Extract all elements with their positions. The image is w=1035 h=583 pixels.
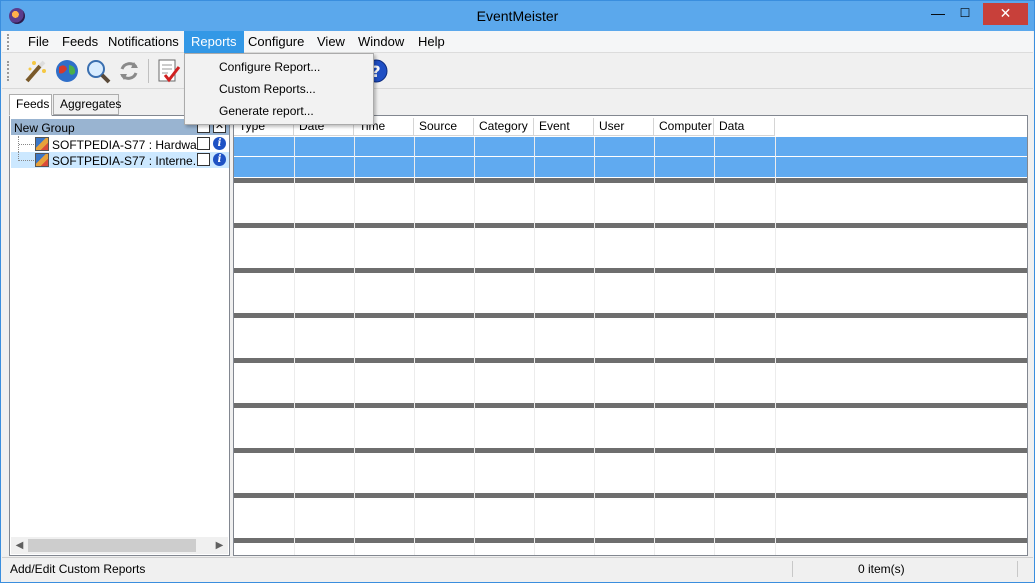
menu-reports[interactable]: Reports	[184, 31, 244, 53]
menu-custom-reports[interactable]: Custom Reports...	[219, 79, 316, 99]
menu-feeds[interactable]: Feeds	[55, 31, 105, 53]
tab-feeds[interactable]: Feeds	[9, 94, 52, 116]
events-grid[interactable]: Type Date Time Source Category Event Use…	[233, 115, 1028, 556]
grid-line	[775, 137, 776, 555]
column-user[interactable]: User	[594, 118, 654, 136]
tree-connector	[18, 136, 34, 152]
search-icon[interactable]	[84, 57, 112, 85]
menu-help[interactable]: Help	[411, 31, 452, 53]
menu-file[interactable]: File	[21, 31, 56, 53]
feed-row-hardware[interactable]: SOFTPEDIA-S77 : Hardwa... i	[11, 136, 229, 152]
feed-row-internet[interactable]: SOFTPEDIA-S77 : Interne... i	[11, 152, 229, 168]
wand-icon[interactable]	[22, 57, 50, 85]
menu-window[interactable]: Window	[351, 31, 411, 53]
grid-line	[534, 137, 535, 555]
menu-configure-report[interactable]: Configure Report...	[219, 57, 320, 77]
toolbar-separator	[148, 59, 149, 83]
column-event[interactable]: Event	[534, 118, 594, 136]
info-icon[interactable]: i	[213, 153, 226, 166]
group-label: New Group	[14, 121, 75, 135]
info-icon[interactable]: i	[213, 137, 226, 150]
feeds-tree[interactable]: New Group ✕ SOFTPEDIA-S77 : Hardwa... i …	[9, 115, 230, 556]
scroll-right-icon[interactable]: ▶	[212, 538, 227, 553]
menu-configure[interactable]: Configure	[241, 31, 311, 53]
maximize-button[interactable]: ☐	[951, 3, 979, 25]
menu-generate-report[interactable]: Generate report...	[219, 101, 314, 121]
grid-line	[414, 137, 415, 555]
status-separator	[792, 561, 793, 577]
feed-checkbox[interactable]	[197, 153, 210, 166]
feed-icon	[35, 137, 49, 151]
tree-connector	[18, 152, 34, 161]
grid-line	[654, 137, 655, 555]
grid-line	[354, 137, 355, 555]
item-count: 0 item(s)	[858, 562, 905, 576]
status-hint: Add/Edit Custom Reports	[10, 562, 146, 576]
title-bar: EventMeister — ☐ ✕	[1, 1, 1034, 31]
app-window: EventMeister — ☐ ✕ File Feeds Notificati…	[0, 0, 1035, 583]
grid-line	[474, 137, 475, 555]
feed-checkbox[interactable]	[197, 137, 210, 150]
refresh-icon[interactable]	[115, 57, 143, 85]
close-button[interactable]: ✕	[983, 3, 1028, 25]
tab-aggregates[interactable]: Aggregates	[53, 94, 121, 115]
menu-bar: File Feeds Notifications Reports Configu…	[2, 31, 1033, 53]
menu-notifications[interactable]: Notifications	[101, 31, 186, 53]
scrollbar-thumb[interactable]	[28, 539, 196, 552]
grid-line	[594, 137, 595, 555]
feed-label: SOFTPEDIA-S77 : Interne...	[52, 154, 203, 168]
column-category[interactable]: Category	[474, 118, 534, 136]
toolbar-grip	[7, 61, 10, 81]
reports-dropdown: Configure Report... Custom Reports... Ge…	[184, 53, 374, 125]
column-data[interactable]: Data	[714, 118, 775, 136]
minimize-button[interactable]: —	[924, 3, 952, 25]
column-source[interactable]: Source	[414, 118, 474, 136]
status-bar: Add/Edit Custom Reports 0 item(s)	[2, 557, 1033, 579]
menu-grip	[7, 34, 10, 50]
toolbar: ?	[2, 53, 1033, 89]
status-separator	[1017, 561, 1018, 577]
menu-view[interactable]: View	[310, 31, 352, 53]
grid-line	[714, 137, 715, 555]
column-computer[interactable]: Computer	[654, 118, 714, 136]
grid-line	[294, 137, 295, 555]
feed-icon	[35, 153, 49, 167]
checklist-icon[interactable]	[154, 57, 182, 85]
globe-icon[interactable]	[53, 57, 81, 85]
window-title: EventMeister	[476, 8, 559, 24]
horizontal-scrollbar[interactable]: ◀ ▶	[11, 537, 228, 554]
scroll-left-icon[interactable]: ◀	[12, 538, 27, 553]
feed-label: SOFTPEDIA-S77 : Hardwa...	[52, 138, 207, 152]
